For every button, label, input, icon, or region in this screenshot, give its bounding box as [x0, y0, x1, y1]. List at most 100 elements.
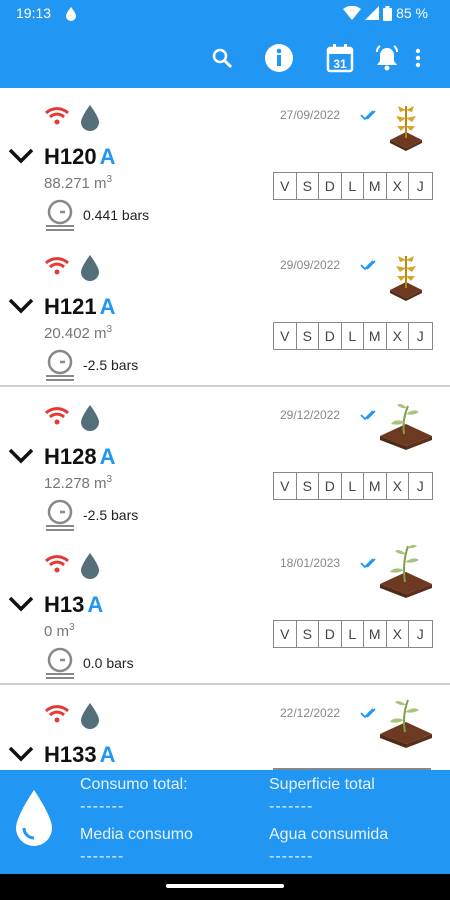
calendar-icon[interactable]: 31: [322, 40, 358, 76]
reading-date: 27/09/2022: [280, 108, 341, 122]
weekday-toggle[interactable]: S: [297, 323, 319, 349]
plant-green-icon: [380, 699, 432, 748]
section-divider: [0, 385, 450, 387]
weekday-toggle[interactable]: J: [409, 173, 432, 199]
weekday-toggle[interactable]: L: [342, 473, 364, 499]
battery-icon: [383, 5, 393, 21]
home-gesture-handle[interactable]: [166, 884, 284, 888]
wifi-icon: [44, 555, 70, 573]
chevron-down-icon[interactable]: [8, 596, 34, 612]
weekday-toggle[interactable]: D: [319, 473, 342, 499]
weekday-toggle[interactable]: X: [387, 323, 409, 349]
weekday-toggle[interactable]: D: [319, 173, 342, 199]
hydrant-volume: 88.271 m3: [44, 174, 113, 192]
weekday-toggle[interactable]: X: [387, 621, 409, 647]
hydrant-card[interactable]: H133 A 22/12/2022: [0, 686, 450, 770]
water-drop-icon: [81, 553, 99, 579]
weekday-toggle[interactable]: V: [274, 173, 297, 199]
media-consumo-label: Media consumo: [80, 826, 193, 843]
double-check-icon: [360, 260, 376, 271]
status-icons: 85 %: [343, 5, 428, 21]
more-vert-icon[interactable]: [408, 40, 428, 76]
hydrant-card[interactable]: H13 A 0 m3 0.0 bars 18/01/2023 V S D L M …: [0, 536, 450, 684]
consumo-total-value: -------: [80, 798, 125, 815]
weekday-selector: V S D L M X J: [273, 472, 433, 500]
info-icon[interactable]: [261, 40, 297, 76]
pressure-value: 0.0 bars: [83, 655, 134, 671]
app-toolbar: 31: [0, 28, 450, 88]
hydrant-name: H120 A: [44, 144, 116, 169]
weekday-toggle[interactable]: L: [342, 173, 364, 199]
weekday-toggle[interactable]: X: [387, 473, 409, 499]
section-divider: [0, 683, 450, 685]
status-time: 19:13: [16, 5, 52, 21]
weekday-toggle[interactable]: S: [297, 621, 319, 647]
chevron-down-icon[interactable]: [8, 448, 34, 464]
weekday-toggle[interactable]: M: [364, 323, 387, 349]
weekday-toggle[interactable]: L: [342, 621, 364, 647]
hydrant-name: H128 A: [44, 444, 116, 469]
weekday-toggle[interactable]: V: [274, 621, 297, 647]
water-drop-icon: [81, 405, 99, 431]
weekday-toggle[interactable]: M: [364, 473, 387, 499]
weekday-toggle[interactable]: S: [297, 173, 319, 199]
search-icon[interactable]: [204, 40, 240, 76]
hydrant-card[interactable]: H121 A 20.402 m3 -2.5 bars 29/09/2022 V S…: [0, 238, 450, 386]
consumo-total-label: Consumo total:: [80, 776, 188, 793]
weekday-selector: V S D L M X J: [273, 620, 433, 648]
wifi-icon: [44, 107, 70, 125]
weekday-toggle[interactable]: M: [364, 621, 387, 647]
weekday-toggle[interactable]: X: [387, 173, 409, 199]
summary-footer: Consumo total: ------- Superficie total …: [0, 770, 450, 874]
hydrant-name: H13 A: [44, 592, 104, 617]
superficie-total-label: Superficie total: [269, 776, 375, 793]
battery-percent: 85 %: [396, 5, 428, 21]
weekday-toggle[interactable]: V: [274, 473, 297, 499]
water-drop-icon: [81, 255, 99, 281]
reading-date: 29/12/2022: [280, 408, 341, 422]
hydrant-list: H120 A 88.271 m3 0.441 bars 27/09/2022 V …: [0, 88, 450, 770]
water-drop-icon: [16, 790, 52, 846]
chevron-down-icon[interactable]: [8, 148, 34, 164]
reading-date: 18/01/2023: [280, 556, 341, 570]
double-check-icon: [360, 708, 376, 719]
weekday-toggle[interactable]: D: [319, 323, 342, 349]
wifi-icon: [44, 257, 70, 275]
weekday-toggle[interactable]: V: [274, 323, 297, 349]
weekday-toggle[interactable]: S: [297, 473, 319, 499]
double-check-icon: [360, 110, 376, 121]
calendar-day: 31: [333, 57, 347, 71]
water-drop-icon: [81, 105, 99, 131]
plant-dry-icon: [390, 256, 422, 301]
signal-icon: [365, 6, 380, 20]
weekday-toggle[interactable]: M: [364, 173, 387, 199]
status-bar: 19:13 85 %: [0, 0, 450, 28]
weekday-toggle[interactable]: L: [342, 323, 364, 349]
bell-icon[interactable]: [369, 40, 405, 76]
weekday-toggle[interactable]: J: [409, 473, 432, 499]
weekday-toggle[interactable]: D: [319, 621, 342, 647]
reading-date: 22/12/2022: [280, 706, 341, 720]
plant-green-icon: [380, 404, 432, 450]
double-check-icon: [360, 558, 376, 569]
chevron-down-icon[interactable]: [8, 746, 34, 762]
hydrant-volume: 0 m3: [44, 622, 75, 640]
chevron-down-icon[interactable]: [8, 298, 34, 314]
agua-consumida-label: Agua consumida: [269, 826, 389, 843]
weekday-toggle[interactable]: J: [409, 323, 432, 349]
water-drop-icon: [81, 703, 99, 729]
wifi-icon: [44, 705, 70, 723]
pressure-value: -2.5 bars: [83, 357, 139, 373]
agua-consumida-value: -------: [269, 848, 314, 865]
hydrant-card[interactable]: H120 A 88.271 m3 0.441 bars 27/09/2022 V …: [0, 88, 450, 238]
hydrant-volume: 20.402 m3: [44, 324, 113, 342]
reading-date: 29/09/2022: [280, 258, 341, 272]
plant-green-icon: [380, 544, 432, 598]
superficie-total-value: -------: [269, 798, 314, 815]
hydrant-card[interactable]: H128 A 12.278 m3 -2.5 bars 29/12/2022 V S…: [0, 388, 450, 536]
double-check-icon: [360, 410, 376, 421]
pressure-value: 0.441 bars: [83, 207, 150, 223]
weekday-selector: V S D L M X J: [273, 172, 433, 200]
pressure-gauge-icon: [46, 499, 74, 531]
weekday-toggle[interactable]: J: [409, 621, 432, 647]
